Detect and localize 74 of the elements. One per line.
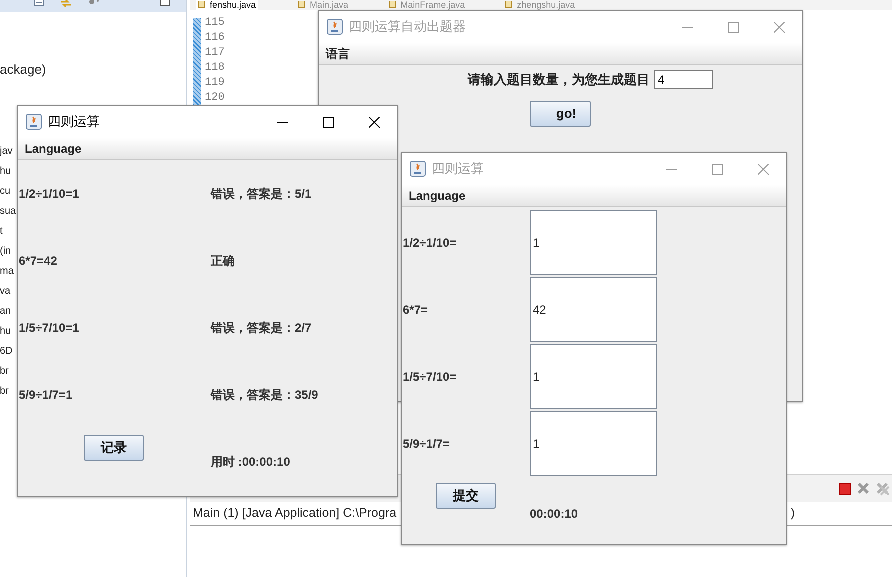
java-cup-icon: [26, 114, 42, 130]
question-text: 1/5÷7/10=: [402, 368, 458, 386]
tree-item: t: [0, 224, 3, 238]
window-title: 四则运算自动出题器: [349, 18, 467, 36]
collapse-icon: [34, 0, 44, 7]
maximize-icon: [322, 116, 334, 128]
tree-item: cu: [0, 184, 11, 198]
line-number: 115: [205, 16, 225, 31]
tree-item: sua: [0, 204, 16, 218]
submit-button[interactable]: 提交: [436, 483, 496, 509]
tree-item: va: [0, 284, 11, 298]
record-button[interactable]: 记录: [84, 435, 144, 461]
minimize-icon: [682, 26, 692, 28]
verdict-text: 正确: [211, 252, 235, 270]
console-process-label: ): [790, 505, 795, 522]
expression-text: 1/5÷7/10=1: [18, 320, 80, 336]
editor-tab[interactable]: fenshu.java: [196, 0, 258, 10]
maximize-icon: [712, 164, 722, 174]
link-icon: [60, 0, 72, 7]
verdict-text: 错误，答案是：5/1: [211, 186, 312, 202]
question-text: 6*7=: [402, 302, 430, 318]
tree-item: ma: [0, 264, 14, 278]
java-file-icon: [505, 1, 514, 9]
line-number: 116: [205, 31, 225, 46]
verdict-text: 错误，答案是：2/7: [211, 320, 312, 336]
answer-box[interactable]: 1: [530, 344, 657, 409]
tree-item: ackage): [0, 61, 46, 79]
expression-text: 5/9÷1/7=1: [18, 386, 74, 404]
java-cup-icon: [327, 19, 343, 35]
tree-item: 6D: [0, 344, 13, 358]
tree-item: jav: [0, 144, 13, 158]
java-cup-icon: [410, 161, 426, 177]
minimize-icon: [666, 168, 676, 170]
answer-box[interactable]: 42: [530, 277, 657, 342]
terminate-icon: [839, 482, 851, 494]
verdict-text: 错误，答案是：35/9: [211, 386, 318, 404]
java-file-icon: [388, 1, 397, 9]
window-title: 四则运算: [48, 113, 101, 132]
count-field[interactable]: 4: [654, 70, 713, 90]
menu-item[interactable]: Language: [408, 186, 467, 204]
answer-box[interactable]: 1: [530, 210, 657, 275]
elapsed-time: 用时 :00:00:10: [211, 454, 290, 471]
menu-item[interactable]: 语言: [325, 44, 351, 62]
prompt-label: 请输入题目数量，为您生成题目: [468, 71, 650, 89]
tree-item: an: [0, 304, 12, 318]
question-text: 1/2÷1/10=: [402, 234, 458, 252]
menu-icon: [88, 0, 100, 6]
answer-box[interactable]: 1: [530, 411, 657, 476]
go-button[interactable]: go!: [530, 100, 591, 126]
tree-item: br: [0, 384, 9, 398]
line-number: 118: [205, 61, 225, 76]
console-process-label: Main (1) [Java Application] C:\Progra: [193, 505, 397, 522]
tree-item: hu: [0, 324, 12, 338]
elapsed-time: 00:00:10: [530, 506, 578, 523]
window-title: 四则运算: [432, 160, 485, 178]
maximize-icon: [728, 22, 738, 32]
expression-text: 1/2÷1/10=1: [18, 186, 80, 202]
line-number: 120: [205, 91, 225, 106]
java-file-icon: [298, 1, 306, 9]
close-icon: [774, 22, 784, 32]
tree-item: br: [0, 364, 9, 378]
minimize-view-icon: [160, 0, 170, 7]
menu-item[interactable]: Language: [24, 140, 83, 158]
line-number: 119: [205, 76, 225, 91]
tree-item: (in: [0, 244, 12, 258]
tree-item: hu: [0, 164, 12, 178]
line-number: 117: [205, 46, 225, 61]
java-file-icon: [198, 1, 206, 9]
remove-icon: [857, 482, 870, 495]
question-text: 5/9÷1/7=: [402, 436, 451, 452]
close-icon: [368, 116, 380, 128]
remove-all-icon: [876, 482, 890, 496]
expression-text: 6*7=42: [18, 252, 58, 270]
close-icon: [758, 164, 768, 174]
